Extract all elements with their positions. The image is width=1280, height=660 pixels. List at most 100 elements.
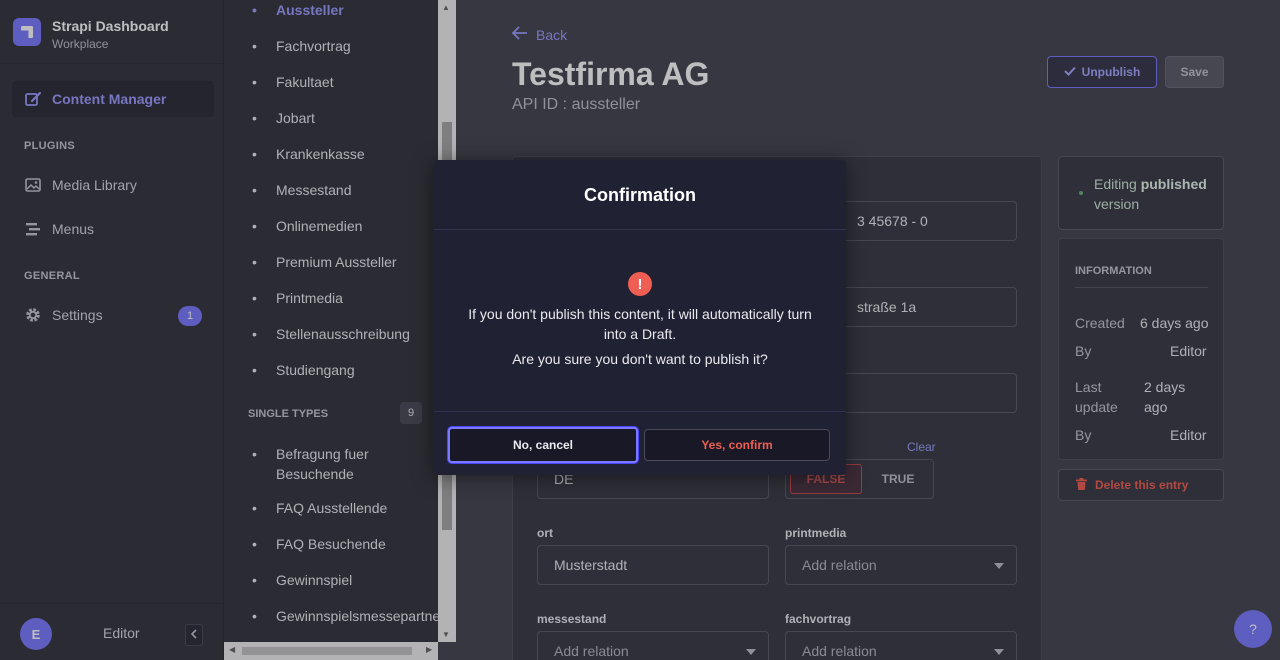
phone-value: 3 45678 - 0 (857, 213, 928, 229)
subnav-item-studiengang[interactable]: • Studiengang (252, 362, 355, 378)
subnav-item-label: Jobart (276, 110, 315, 126)
nav-settings[interactable]: Settings 1 (12, 297, 214, 333)
street-value: straße 1a (857, 299, 917, 315)
subnav-item-messestand[interactable]: • Messestand (252, 182, 351, 198)
subnav-item-aussteller[interactable]: • Aussteller (252, 2, 344, 18)
nav-menus[interactable]: Menus (12, 211, 214, 247)
subnav-item-stellenausschreibung[interactable]: • Stellenausschreibung (252, 326, 410, 342)
messestand-relation-select[interactable]: Add relation (537, 631, 769, 660)
back-link[interactable]: Back (511, 26, 568, 43)
scrollbar-thumb[interactable] (242, 647, 412, 655)
subnav-item-label: Gewinnspiel (276, 572, 353, 588)
page-title: Testfirma AG (512, 56, 710, 92)
subnav-item-label: Stellenausschreibung (276, 326, 410, 342)
caret-down-icon (994, 649, 1004, 655)
subnav-item-fachvortrag[interactable]: • Fachvortrag (252, 38, 351, 54)
subnav-item-printmedia[interactable]: • Printmedia (252, 290, 343, 306)
created-by-value: Editor (1170, 343, 1207, 359)
nav-footer: E Editor (0, 603, 223, 660)
created-label: Created (1075, 315, 1125, 331)
collapse-nav-button[interactable] (185, 624, 203, 646)
delete-entry-button[interactable]: Delete this entry (1058, 469, 1224, 501)
status-dot-icon (1079, 191, 1083, 195)
fachvortrag-placeholder: Add relation (802, 643, 877, 659)
toggle-true-option[interactable]: TRUE (866, 464, 930, 494)
caret-down-icon (994, 563, 1004, 569)
scroll-down-arrow-icon[interactable]: ▼ (442, 630, 450, 639)
created-by-label: By (1075, 343, 1092, 359)
avatar[interactable]: E (20, 618, 52, 650)
clear-link[interactable]: Clear (907, 440, 936, 454)
gear-icon (24, 306, 42, 324)
printmedia-label: printmedia (785, 526, 847, 540)
trash-icon (1076, 477, 1087, 493)
cancel-button[interactable]: No, cancel (448, 427, 638, 463)
single-types-label: SINGLE TYPES (248, 408, 329, 420)
subnav-item-gewinnspiel[interactable]: • Gewinnspiel (252, 572, 352, 588)
subnav-item-label: Studiengang (276, 362, 355, 378)
dialog-message: If you don't publish this content, it wi… (468, 306, 812, 342)
scroll-up-arrow-icon[interactable]: ▲ (442, 3, 450, 12)
subnav-item-onlinemedien[interactable]: • Onlinemedien (252, 218, 362, 234)
dialog-title: Confirmation (584, 185, 696, 205)
subnav-item-jobart[interactable]: • Jobart (252, 110, 315, 126)
dialog-question: Are you sure you don't want to publish i… (512, 351, 768, 367)
subnav-item-label: Fakultaet (276, 74, 334, 90)
save-button[interactable]: Save (1165, 56, 1224, 88)
subnav-item-premium-aussteller[interactable]: • Premium Aussteller (252, 254, 397, 270)
subnav-item-label: FAQ Besuchende (276, 536, 386, 552)
subnav-item-label: Messestand (276, 182, 352, 198)
subnav-item-label: Printmedia (276, 290, 343, 306)
image-icon (24, 176, 42, 194)
brand-title: Strapi Dashboard (52, 18, 169, 34)
subnav-item-label: Onlinemedien (276, 218, 363, 234)
feather-icon (24, 90, 42, 108)
last-update-label: Last update (1075, 379, 1118, 415)
fachvortrag-relation-select[interactable]: Add relation (785, 631, 1017, 660)
subnav-item-fakultaet[interactable]: • Fakultaet (252, 74, 334, 90)
subnav-item-label: Fachvortrag (276, 38, 351, 54)
strapi-logo-icon (13, 18, 41, 46)
check-icon (1063, 65, 1076, 79)
subnav-horizontal-scrollbar[interactable]: ◀ ▶ (224, 642, 438, 660)
dialog-header: Confirmation (434, 160, 846, 230)
confirm-button[interactable]: Yes, confirm (644, 429, 830, 461)
subnav-item-gewinnspielsmessepartner[interactable]: • Gewinnspielsmessepartner (252, 608, 438, 624)
subnav-item-label: Aussteller (276, 2, 344, 18)
chevron-left-icon (190, 626, 198, 644)
ort-input[interactable]: Musterstadt (537, 545, 769, 585)
nav-content-manager[interactable]: Content Manager (12, 81, 214, 117)
updated-by-label: By (1075, 427, 1092, 443)
arrow-left-icon (511, 26, 528, 43)
subnav-item-label: Gewinnspielsmessepartner (276, 608, 438, 624)
caret-down-icon (746, 649, 756, 655)
nav-menus-label: Menus (52, 221, 95, 237)
information-card: INFORMATION Created 6 days ago By Editor… (1058, 238, 1224, 460)
last-update-value: 2 days ago (1144, 379, 1186, 415)
fachvortrag-label: fachvortrag (785, 612, 852, 626)
divider (1075, 287, 1208, 288)
help-button[interactable]: ? (1234, 610, 1272, 648)
subnav-item-label: FAQ Ausstellende (276, 500, 388, 516)
subnav-item-krankenkasse[interactable]: • Krankenkasse (252, 146, 365, 162)
scroll-right-arrow-icon[interactable]: ▶ (426, 645, 432, 654)
dialog-footer: No, cancel Yes, confirm (434, 411, 846, 475)
subnav-item-befragung-fuer-besuchende[interactable]: • Befragung fuer Besuchende (252, 444, 412, 484)
subnav-item-faq-besuchende[interactable]: • FAQ Besuchende (252, 536, 386, 552)
nav-media-library[interactable]: Media Library (12, 167, 214, 203)
content-types-subnav: • Aussteller • Fachvortrag • Fakultaet • Job… (224, 0, 438, 642)
created-value: 6 days ago (1140, 315, 1209, 331)
nav-settings-label: Settings (52, 307, 103, 323)
back-label: Back (536, 26, 568, 43)
brand: Strapi Dashboard Workplace (0, 0, 223, 64)
user-name[interactable]: Editor (103, 625, 140, 641)
delete-entry-label: Delete this entry (1095, 478, 1189, 492)
scroll-left-arrow-icon[interactable]: ◀ (229, 645, 235, 654)
unpublish-button[interactable]: Unpublish (1047, 56, 1157, 88)
unpublish-label: Unpublish (1081, 65, 1141, 79)
messestand-label: messestand (537, 612, 607, 626)
settings-badge: 1 (178, 306, 202, 326)
printmedia-relation-select[interactable]: Add relation (785, 545, 1017, 585)
single-types-section[interactable]: SINGLE TYPES 9 (248, 402, 422, 426)
subnav-item-faq-ausstellende[interactable]: • FAQ Ausstellende (252, 500, 387, 516)
